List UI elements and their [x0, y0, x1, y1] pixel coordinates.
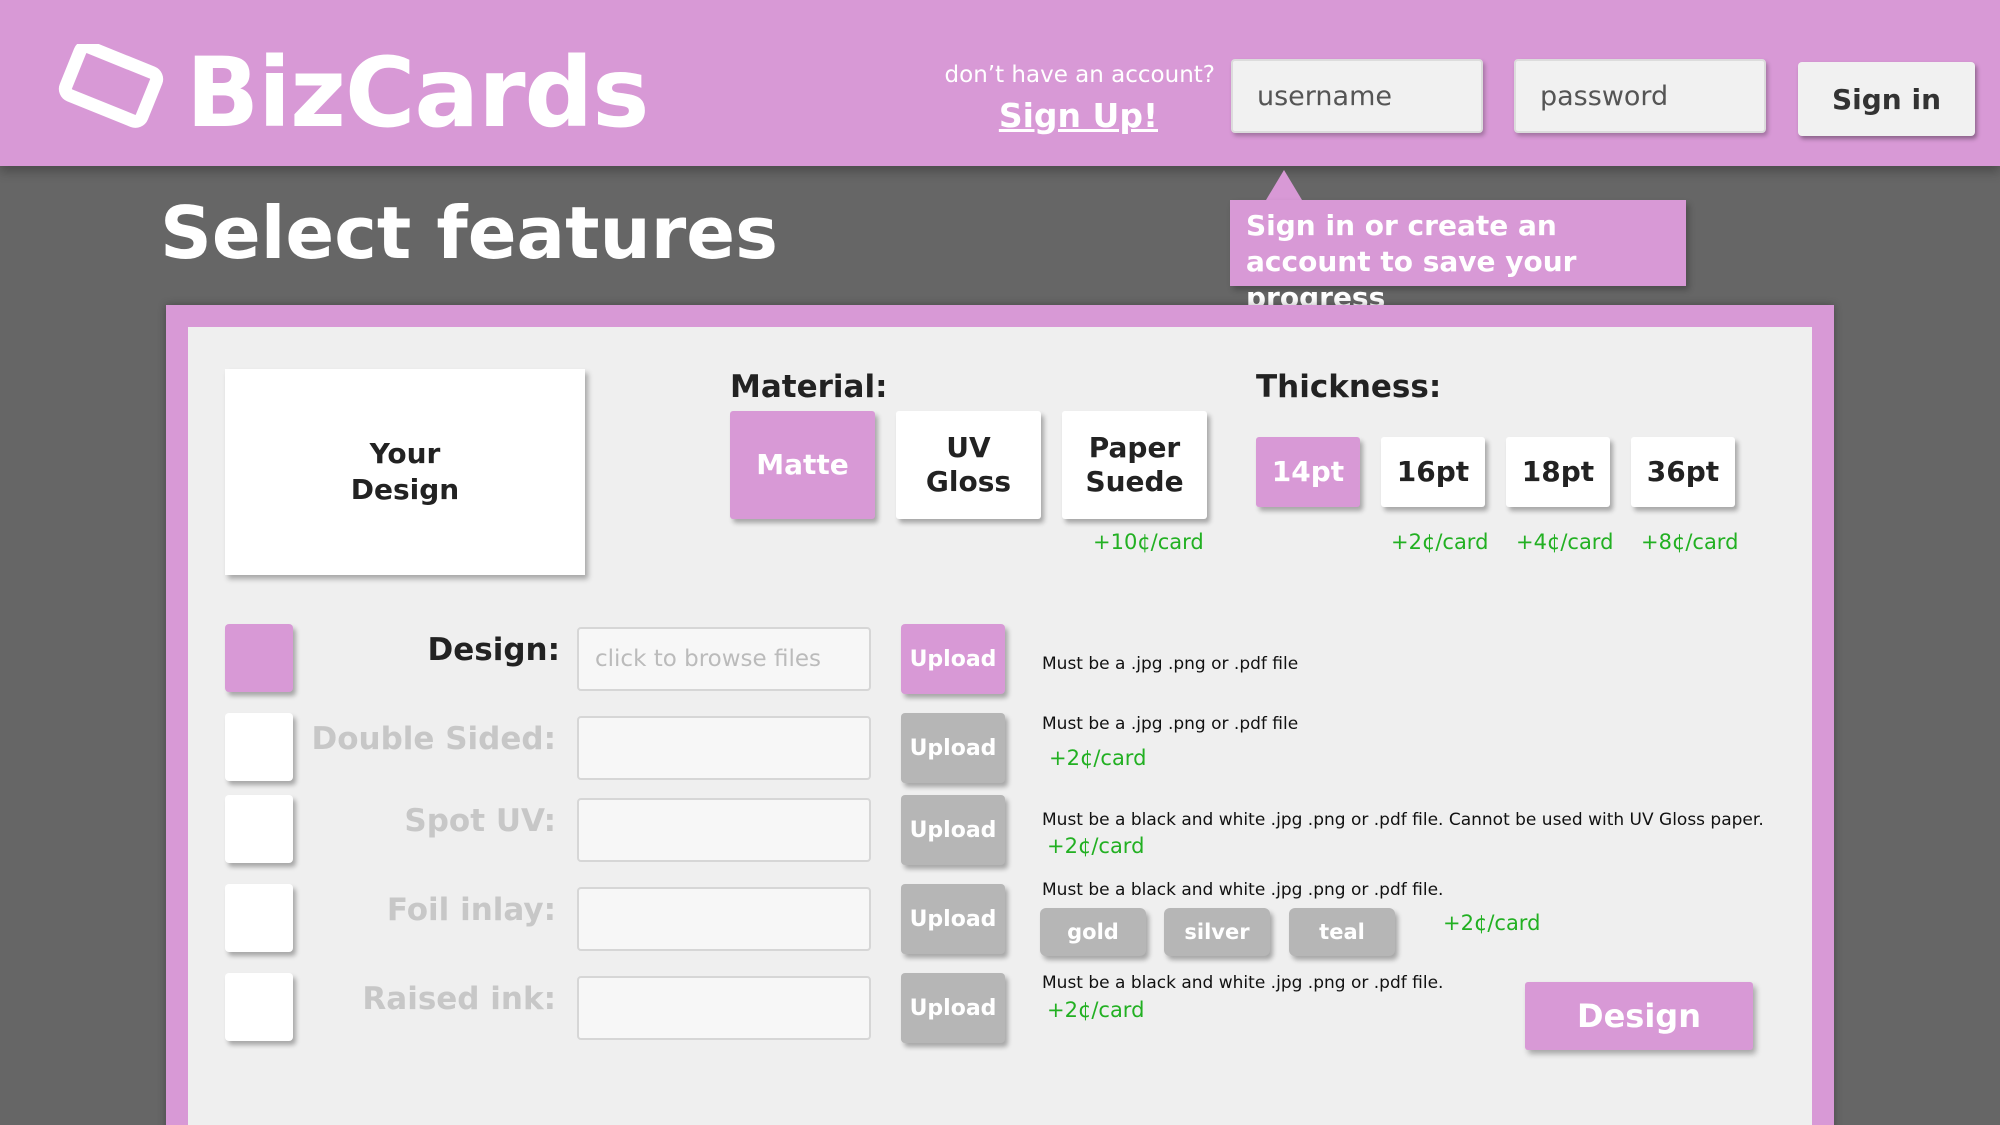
thickness-label: Thickness:: [1256, 369, 1442, 405]
raised-ink-file-input[interactable]: [577, 976, 871, 1040]
double-sided-upload-button[interactable]: Upload: [901, 713, 1005, 783]
double-sided-price: +2¢/card: [1049, 746, 1147, 770]
spot-uv-upload-button[interactable]: Upload: [901, 795, 1005, 865]
foil-color-silver[interactable]: silver: [1164, 908, 1270, 956]
foil-color-gold[interactable]: gold: [1040, 908, 1146, 956]
spot-uv-file-input[interactable]: [577, 798, 871, 862]
design-button[interactable]: Design: [1525, 982, 1753, 1050]
sign-up-link[interactable]: Sign Up!: [940, 96, 1158, 135]
material-option-uv-gloss[interactable]: UV Gloss: [896, 411, 1041, 519]
foil-inlay-file-input[interactable]: [577, 887, 871, 951]
thickness-option-18pt[interactable]: 18pt: [1506, 437, 1610, 507]
username-input[interactable]: [1231, 59, 1483, 133]
raised-ink-file-note: Must be a black and white .jpg .png or .…: [1042, 973, 1444, 993]
thickness-option-16pt[interactable]: 16pt: [1381, 437, 1485, 507]
double-sided-file-input[interactable]: [577, 716, 871, 780]
no-account-text: don’t have an account?: [944, 62, 1215, 88]
raised-ink-upload-button[interactable]: Upload: [901, 973, 1005, 1043]
design-upload-button[interactable]: Upload: [901, 624, 1005, 694]
thickness-price-16pt: +2¢/card: [1391, 530, 1489, 554]
material-option-paper-suede[interactable]: Paper Suede: [1062, 411, 1207, 519]
foil-inlay-file-note: Must be a black and white .jpg .png or .…: [1042, 880, 1444, 900]
thickness-price-18pt: +4¢/card: [1516, 530, 1614, 554]
header-bar: BizCards don’t have an account? Sign Up!…: [0, 0, 2000, 166]
spot-uv-row-label: Spot UV:: [404, 803, 556, 839]
spot-uv-price: +2¢/card: [1047, 834, 1145, 858]
raised-ink-row-label: Raised ink:: [362, 981, 556, 1017]
thickness-price-36pt: +8¢/card: [1641, 530, 1739, 554]
material-option-matte[interactable]: Matte: [730, 411, 875, 519]
thickness-option-14pt[interactable]: 14pt: [1256, 437, 1360, 507]
logo-text[interactable]: BizCards: [186, 38, 649, 148]
design-preview: Your Design: [225, 369, 585, 575]
thickness-option-36pt[interactable]: 36pt: [1631, 437, 1735, 507]
foil-inlay-row-label: Foil inlay:: [386, 892, 556, 928]
raised-ink-price: +2¢/card: [1047, 998, 1145, 1022]
double-sided-file-note: Must be a .jpg .png or .pdf file: [1042, 714, 1299, 734]
password-input[interactable]: [1514, 59, 1766, 133]
spot-uv-file-note: Must be a black and white .jpg .png or .…: [1042, 810, 1764, 830]
material-label: Material:: [730, 369, 888, 405]
sign-in-tooltip: Sign in or create an account to save you…: [1230, 200, 1686, 314]
foil-inlay-price: +2¢/card: [1443, 911, 1541, 935]
foil-inlay-upload-button[interactable]: Upload: [901, 884, 1005, 954]
design-file-note: Must be a .jpg .png or .pdf file: [1042, 654, 1299, 674]
double-sided-row-label: Double Sided:: [311, 721, 557, 757]
card-logo-icon: [58, 44, 164, 128]
tooltip-arrow: [1266, 170, 1302, 200]
material-price-paper-suede: +10¢/card: [1093, 530, 1204, 554]
design-file-input[interactable]: [577, 627, 871, 691]
page-title: Select features: [160, 191, 778, 275]
foil-color-teal[interactable]: teal: [1289, 908, 1395, 956]
design-row-label: Design:: [427, 632, 561, 668]
sign-in-button[interactable]: Sign in: [1798, 62, 1975, 136]
